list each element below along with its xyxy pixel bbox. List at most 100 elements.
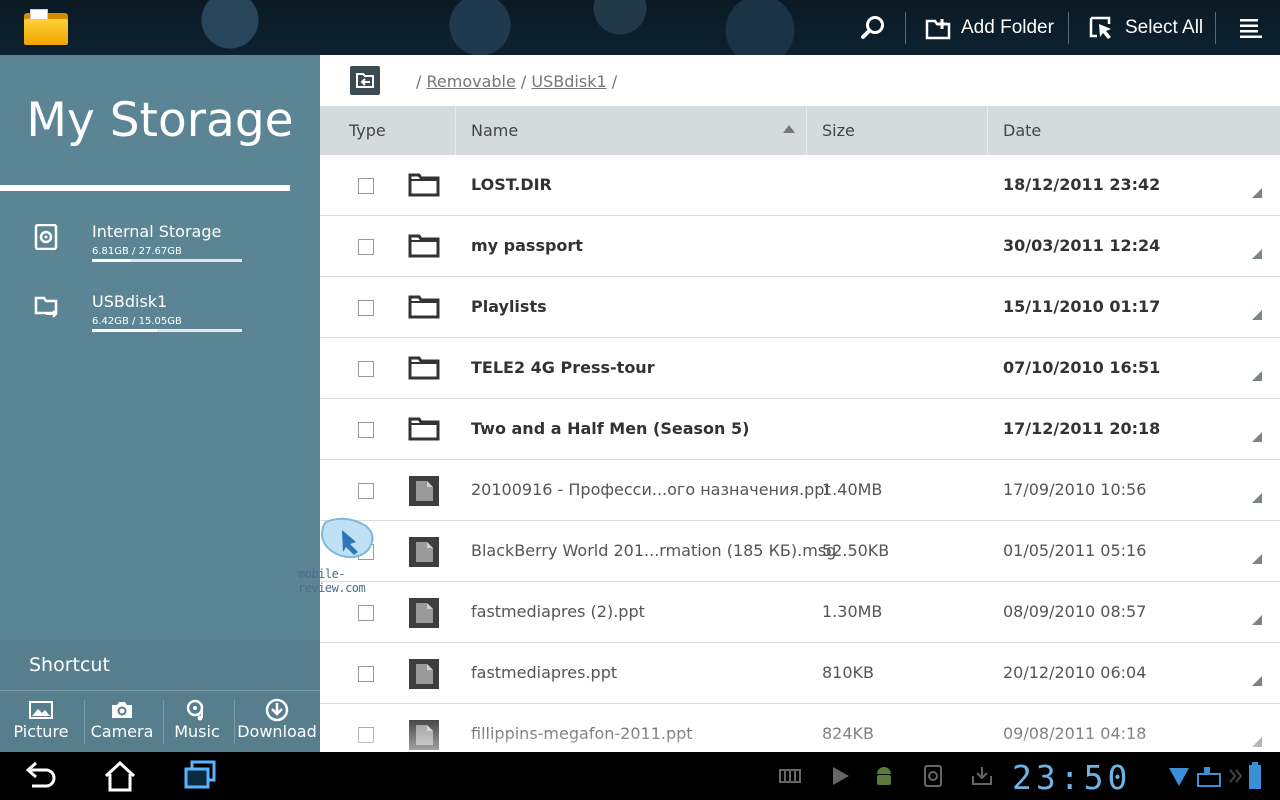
document-icon xyxy=(409,659,439,689)
row-checkbox[interactable] xyxy=(358,483,374,499)
action-bar: Add Folder Select All xyxy=(0,0,1280,55)
row-menu-icon[interactable] xyxy=(1252,676,1262,686)
sidebar-title: My Storage xyxy=(26,93,294,148)
row-menu-icon[interactable] xyxy=(1252,554,1262,564)
watermark-text: mobile-review.com xyxy=(298,567,366,595)
row-checkbox[interactable] xyxy=(358,300,374,316)
system-bar: 23:50 xyxy=(0,752,1280,800)
up-level-button[interactable] xyxy=(350,66,380,95)
column-date[interactable]: Date xyxy=(1003,106,1041,155)
overflow-menu-button[interactable] xyxy=(1238,0,1264,55)
file-manager-app-icon[interactable] xyxy=(24,9,68,45)
breadcrumb-usbdisk1[interactable]: USBdisk1 xyxy=(531,72,606,91)
sidebar: My Storage Internal Storage 6.81GB / 27.… xyxy=(0,55,320,752)
folder-row[interactable]: Playlists 15/11/2010 01:17 xyxy=(320,277,1280,338)
document-icon xyxy=(409,537,439,567)
storage-name: USBdisk1 xyxy=(92,292,168,311)
menu-icon xyxy=(1240,18,1262,38)
breadcrumb-sep: / xyxy=(416,72,422,91)
storage-item-internal[interactable]: Internal Storage 6.81GB / 27.67GB xyxy=(0,212,320,272)
play-icon xyxy=(833,767,849,785)
row-date: 09/08/2011 04:18 xyxy=(1003,724,1147,743)
row-menu-icon[interactable] xyxy=(1252,432,1262,442)
row-name: Playlists xyxy=(471,297,547,316)
row-date: 17/12/2011 20:18 xyxy=(1003,419,1161,438)
title-underline xyxy=(0,185,290,191)
back-button[interactable] xyxy=(20,758,60,794)
shortcut-camera[interactable]: Camera xyxy=(82,692,162,750)
row-checkbox[interactable] xyxy=(358,361,374,377)
column-size[interactable]: Size xyxy=(822,106,855,155)
shortcut-download[interactable]: Download xyxy=(237,692,317,750)
camera-icon xyxy=(112,702,132,718)
row-name: 20100916 - Професси...ого назначения.ppt xyxy=(471,480,831,499)
storage-capacity: 6.81GB / 27.67GB xyxy=(92,246,182,257)
row-type-icon xyxy=(408,414,440,446)
home-button[interactable] xyxy=(100,758,140,794)
document-icon xyxy=(409,476,439,506)
clock[interactable]: 23:50 xyxy=(1012,758,1131,797)
folder-row[interactable]: LOST.DIR 18/12/2011 23:42 xyxy=(320,155,1280,216)
row-checkbox[interactable] xyxy=(358,605,374,621)
row-date: 07/10/2010 16:51 xyxy=(1003,358,1161,377)
column-name[interactable]: Name xyxy=(471,106,518,155)
row-size: 824KB xyxy=(822,724,875,743)
shortcut-picture[interactable]: Picture xyxy=(1,692,81,750)
shortcut-label: Download xyxy=(237,722,317,741)
wifi-icon xyxy=(1169,768,1189,786)
storage-usage-fill xyxy=(92,259,130,262)
usb-storage-icon xyxy=(34,296,58,318)
add-folder-button[interactable]: Add Folder xyxy=(925,0,1054,55)
row-name: BlackBerry World 201...rmation (185 КБ).… xyxy=(471,541,837,560)
file-row[interactable]: BlackBerry World 201...rmation (185 КБ).… xyxy=(320,521,1280,582)
storage-item-usbdisk1[interactable]: USBdisk1 6.42GB / 15.05GB xyxy=(0,282,320,342)
select-all-button[interactable]: Select All xyxy=(1089,0,1203,55)
file-row[interactable]: 20100916 - Професси...ого назначения.ppt… xyxy=(320,460,1280,521)
folder-icon xyxy=(408,234,440,258)
battery-icon xyxy=(1249,762,1261,789)
file-row[interactable]: fillippins-megafon-2011.ppt 824KB 09/08/20… xyxy=(320,704,1280,752)
row-menu-icon[interactable] xyxy=(1252,188,1262,198)
file-row[interactable]: fastmediapres (2).ppt 1.30MB 08/09/2010 08… xyxy=(320,582,1280,643)
android-debug-icon xyxy=(877,767,891,785)
row-menu-icon[interactable] xyxy=(1252,737,1262,747)
row-menu-icon[interactable] xyxy=(1252,493,1262,503)
home-icon xyxy=(104,760,136,792)
folder-row[interactable]: TELE2 4G Press-tour 07/10/2010 16:51 xyxy=(320,338,1280,399)
breadcrumb-removable[interactable]: Removable xyxy=(426,72,515,91)
watermark-logo-icon xyxy=(320,517,374,559)
row-date: 20/12/2010 06:04 xyxy=(1003,663,1147,682)
storage-usage-bar xyxy=(92,259,242,262)
search-button[interactable] xyxy=(860,0,886,55)
row-date: 17/09/2010 10:56 xyxy=(1003,480,1147,499)
row-checkbox[interactable] xyxy=(358,666,374,682)
row-checkbox[interactable] xyxy=(358,727,374,743)
column-type[interactable]: Type xyxy=(349,106,386,155)
breadcrumb: / Removable / USBdisk1 / xyxy=(416,72,617,91)
row-menu-icon[interactable] xyxy=(1252,249,1262,259)
shortcut-panel: Shortcut Picture Camera Music Download xyxy=(0,640,320,752)
add-folder-icon xyxy=(925,18,951,39)
breadcrumb-sep: / xyxy=(520,72,527,91)
row-type-icon xyxy=(408,353,440,385)
shortcut-music[interactable]: Music xyxy=(157,692,237,750)
back-icon xyxy=(25,761,56,788)
keyboard-dock-icon xyxy=(1197,767,1221,787)
row-checkbox[interactable] xyxy=(358,178,374,194)
row-menu-icon[interactable] xyxy=(1252,371,1262,381)
row-menu-icon[interactable] xyxy=(1252,615,1262,625)
row-checkbox[interactable] xyxy=(358,422,374,438)
shortcut-label: Music xyxy=(174,722,220,741)
file-row[interactable]: fastmediapres.ppt 810KB 20/12/2010 06:04 xyxy=(320,643,1280,704)
row-checkbox[interactable] xyxy=(358,239,374,255)
sort-ascending-icon xyxy=(783,125,795,133)
breadcrumb-sep: / xyxy=(611,72,618,91)
row-menu-icon[interactable] xyxy=(1252,310,1262,320)
folder-row[interactable]: my passport 30/03/2011 12:24 xyxy=(320,216,1280,277)
expand-status-icon xyxy=(1229,769,1243,783)
column-divider xyxy=(987,106,988,155)
recent-apps-button[interactable] xyxy=(180,758,220,794)
row-name: Two and a Half Men (Season 5) xyxy=(471,419,750,438)
folder-row[interactable]: Two and a Half Men (Season 5) 17/12/2011 … xyxy=(320,399,1280,460)
folder-icon xyxy=(408,356,440,380)
